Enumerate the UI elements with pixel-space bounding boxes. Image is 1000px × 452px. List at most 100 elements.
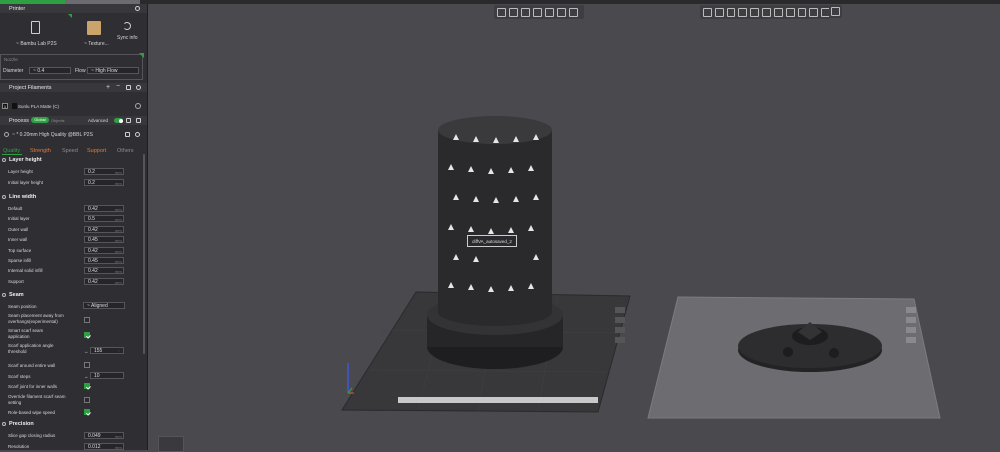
plate-button-3[interactable] bbox=[906, 327, 916, 333]
layers-icon[interactable] bbox=[569, 7, 578, 17]
measure-tool-icon[interactable] bbox=[809, 7, 819, 17]
role-wipe-speed-label: Role-based wipe speed bbox=[8, 410, 56, 415]
scarf-steps-label: Scarf steps bbox=[8, 374, 31, 379]
plate1-button-3[interactable] bbox=[615, 327, 625, 333]
tab-others[interactable]: Others bbox=[117, 148, 134, 154]
scarf-angle-link-icon[interactable]: ↔ bbox=[84, 349, 89, 354]
process-section-title: Process bbox=[9, 117, 29, 124]
plate-label-text: Texture... bbox=[88, 41, 109, 47]
scarf-angle-unit: ° bbox=[118, 349, 120, 354]
panel-scrollbar[interactable] bbox=[143, 154, 145, 354]
objects-toggle[interactable]: Objects bbox=[51, 118, 65, 123]
printer-name[interactable]: ~ Bambu Lab P2S bbox=[16, 41, 57, 47]
precision-row-unit: mm bbox=[115, 444, 122, 450]
smart-scarf-label: Smart scarf seam bbox=[8, 328, 44, 333]
filament-edit-icon[interactable] bbox=[135, 103, 141, 109]
flow-select[interactable]: ~ High Flow bbox=[87, 67, 139, 74]
seam-position-select[interactable]: ~ Aligned bbox=[83, 302, 125, 309]
arrange-icon[interactable] bbox=[533, 7, 542, 17]
color-paint-icon[interactable] bbox=[785, 7, 795, 17]
rotate-tool-icon[interactable] bbox=[714, 7, 724, 17]
process-profile-name-text: * 0.20mm High Quality @BBL P2S bbox=[16, 132, 93, 138]
support-paint-icon[interactable] bbox=[762, 7, 771, 17]
search-icon[interactable] bbox=[135, 132, 140, 139]
advanced-switch[interactable] bbox=[114, 118, 123, 123]
plate-card[interactable]: ~ Texture... bbox=[84, 14, 110, 50]
plate1-button-4[interactable] bbox=[615, 337, 625, 343]
layer-height-row-label: Initial layer height bbox=[8, 179, 44, 185]
split-objects-icon[interactable] bbox=[545, 7, 554, 17]
process-params-icon[interactable] bbox=[136, 118, 141, 125]
process-profile-row[interactable]: ~ * 0.20mm High Quality @BBL P2S bbox=[2, 130, 142, 140]
process-profile-name[interactable]: ~ * 0.20mm High Quality @BBL P2S bbox=[12, 132, 93, 138]
smart-scarf-checkbox[interactable] bbox=[84, 332, 90, 338]
printer-card[interactable]: ~ Bambu Lab P2S bbox=[2, 14, 72, 50]
view-mode-icon bbox=[831, 7, 840, 16]
nozzle-corner-mark bbox=[139, 53, 144, 58]
tab-strength[interactable]: Strength bbox=[30, 148, 51, 154]
split-parts-icon[interactable] bbox=[557, 7, 566, 17]
line-width-row-unit: mm bbox=[115, 269, 122, 275]
add-plate-icon[interactable] bbox=[509, 7, 518, 17]
scarf-steps-link-icon[interactable]: ↔ bbox=[84, 374, 89, 379]
plate1-button-1[interactable] bbox=[615, 307, 625, 313]
filament-name: Sunlu PLA Matte (C) bbox=[18, 104, 60, 109]
printer-section-header[interactable]: Printer bbox=[0, 4, 147, 13]
override-scarf-checkbox[interactable] bbox=[84, 397, 90, 403]
role-wipe-speed-checkbox[interactable] bbox=[84, 409, 90, 415]
top-progress-bar bbox=[0, 0, 1000, 4]
filament-sync-icon[interactable] bbox=[126, 85, 131, 92]
auto-orient-icon[interactable] bbox=[521, 7, 530, 17]
tools-toolbar bbox=[700, 5, 830, 19]
layer-height-row-unit: mm bbox=[115, 180, 122, 186]
text-tool-icon[interactable] bbox=[797, 7, 807, 17]
diameter-value: 0.4 bbox=[37, 68, 45, 74]
remove-filament-icon[interactable]: − bbox=[116, 83, 120, 90]
view-mode-button[interactable] bbox=[829, 5, 842, 18]
line-width-row-unit: mm bbox=[115, 207, 122, 212]
filament-index: 1 bbox=[2, 103, 8, 109]
nozzle-box: Nozzle Diameter ~ 0.4 Flow ~ High Flow bbox=[0, 54, 143, 80]
line-width-row-label: Top surface bbox=[8, 247, 32, 253]
plate-button-2[interactable] bbox=[906, 317, 916, 323]
line-width-group-label: Line width bbox=[9, 194, 37, 200]
filaments-section-header[interactable]: Project Filaments + − bbox=[0, 83, 147, 92]
scale-tool-icon[interactable] bbox=[726, 7, 736, 17]
scarf-entire-wall-checkbox[interactable] bbox=[84, 362, 90, 368]
line-width-row-label: Support bbox=[8, 278, 24, 284]
nozzle-label: Nozzle bbox=[4, 57, 18, 62]
line-width-row-unit: mm bbox=[115, 248, 122, 254]
seam-away-overhang-checkbox[interactable] bbox=[84, 317, 90, 323]
3d-viewport[interactable] bbox=[148, 20, 1000, 450]
diameter-select[interactable]: ~ 0.4 bbox=[29, 67, 71, 74]
layer-height-row-label: Layer height bbox=[8, 169, 33, 174]
precision-row-unit: mm bbox=[115, 434, 122, 439]
move-tool-icon[interactable] bbox=[703, 7, 712, 17]
scarf-inner-walls-checkbox[interactable] bbox=[84, 383, 90, 389]
plate-label: ~ Texture... bbox=[84, 41, 109, 47]
view-toolbar bbox=[494, 5, 584, 19]
process-compare-icon[interactable] bbox=[126, 118, 131, 125]
printer-settings-gear-icon[interactable] bbox=[135, 6, 140, 13]
lay-on-face-icon[interactable] bbox=[738, 7, 748, 17]
save-profile-icon[interactable] bbox=[125, 132, 130, 139]
add-object-icon[interactable] bbox=[497, 7, 506, 17]
plate1-button-2[interactable] bbox=[615, 317, 625, 323]
filament-settings-gear-icon[interactable] bbox=[136, 85, 141, 92]
sync-info-button[interactable]: Sync info bbox=[117, 35, 138, 41]
cut-tool-icon[interactable] bbox=[750, 7, 760, 17]
sync-icon[interactable] bbox=[116, 22, 131, 30]
global-toggle[interactable]: Global bbox=[31, 117, 49, 123]
tab-support[interactable]: Support bbox=[87, 148, 106, 154]
tab-speed[interactable]: Speed bbox=[62, 148, 78, 154]
filament-color-swatch[interactable] bbox=[12, 103, 17, 109]
filament-row[interactable]: 1 Sunlu PLA Matte (C) bbox=[2, 102, 142, 111]
add-filament-icon[interactable]: + bbox=[106, 84, 110, 91]
smart-scarf-label-2: application bbox=[8, 334, 30, 339]
line-width-group-title: Line width bbox=[0, 194, 36, 200]
object-name-tooltip: diffVA_autosaved_2 bbox=[467, 235, 517, 247]
plate-button-4[interactable] bbox=[906, 337, 916, 343]
plate-button-1[interactable] bbox=[906, 307, 916, 313]
seam-paint-icon[interactable] bbox=[773, 7, 783, 17]
scarf-steps-input[interactable]: 10 bbox=[90, 372, 124, 379]
